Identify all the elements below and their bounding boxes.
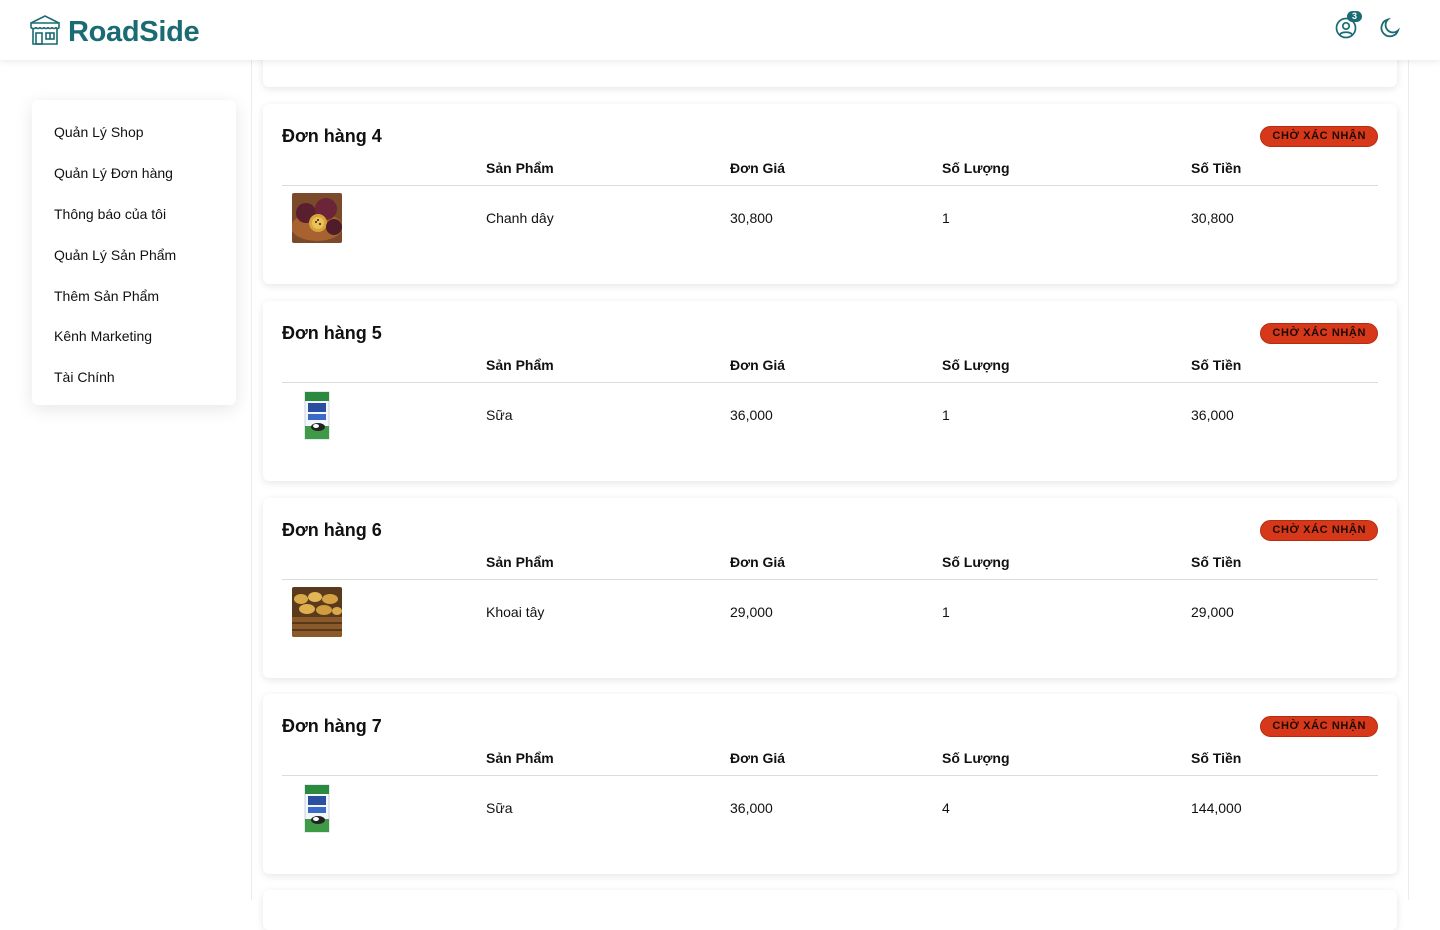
product-name: Sữa — [486, 800, 513, 816]
header-amount: Số Tiền — [1191, 554, 1242, 570]
brand-logo[interactable]: RoadSide — [28, 14, 200, 51]
product-name: Sữa — [486, 407, 513, 423]
table-header: Sản Phẩm Đơn Giá Số Lượng Số Tiền — [282, 158, 1378, 186]
header-unit-price: Đơn Giá — [730, 750, 786, 766]
dark-mode-toggle[interactable] — [1376, 16, 1404, 44]
status-badge: CHỜ XÁC NHẬN — [1260, 323, 1378, 344]
line-total: 29,000 — [1191, 604, 1234, 620]
order-title: Đơn hàng 7 — [282, 716, 382, 736]
order-card: Đơn hàng 6 CHỜ XÁC NHẬN Sản Phẩm Đơn Giá… — [263, 498, 1397, 678]
order-card: Đơn hàng 7 CHỜ XÁC NHẬN Sản Phẩm Đơn Giá… — [263, 694, 1397, 874]
order-card-partial — [263, 890, 1397, 930]
table-row[interactable]: Khoai tây 29,000 1 29,000 — [282, 580, 1378, 644]
order-title: Đơn hàng 5 — [282, 323, 382, 343]
storefront-icon — [28, 14, 62, 51]
quantity: 4 — [942, 800, 950, 816]
sidebar-item-label: Thêm Sản Phẩm — [54, 287, 160, 304]
status-badge: CHỜ XÁC NHẬN — [1260, 126, 1378, 147]
table-header: Sản Phẩm Đơn Giá Số Lượng Số Tiền — [282, 748, 1378, 776]
table-row[interactable]: Sữa 36,000 4 144,000 — [282, 776, 1378, 840]
table-header: Sản Phẩm Đơn Giá Số Lượng Số Tiền — [282, 355, 1378, 383]
order-title: Đơn hàng 6 — [282, 520, 382, 540]
line-total: 30,800 — [1191, 210, 1234, 226]
header-quantity: Số Lượng — [942, 160, 1010, 176]
sidebar-item-my-notifications[interactable]: Thông báo của tôi — [32, 194, 236, 235]
brand-name: RoadSide — [68, 16, 200, 48]
sidebar-item-label: Quản Lý Đơn hàng — [54, 165, 173, 182]
sidebar-item-label: Quản Lý Shop — [54, 124, 144, 141]
quantity: 1 — [942, 407, 950, 423]
unit-price: 36,000 — [730, 407, 773, 423]
table-row[interactable]: Sữa 36,000 1 36,000 — [282, 383, 1378, 447]
account-button[interactable]: 3 — [1332, 11, 1362, 44]
header-unit-price: Đơn Giá — [730, 357, 786, 373]
product-name: Chanh dây — [486, 210, 554, 226]
milk-carton-image — [304, 783, 330, 833]
sidebar-item-label: Quản Lý Sản Phẩm — [54, 246, 177, 263]
sidebar-item-product-management[interactable]: Quản Lý Sản Phẩm — [32, 234, 236, 275]
header-unit-price: Đơn Giá — [730, 160, 786, 176]
passion-fruit-image — [292, 193, 342, 243]
status-badge: CHỜ XÁC NHẬN — [1260, 716, 1378, 737]
header-amount: Số Tiền — [1191, 750, 1242, 766]
sidebar-item-shop-management[interactable]: Quản Lý Shop — [32, 112, 236, 153]
table-header: Sản Phẩm Đơn Giá Số Lượng Số Tiền — [282, 552, 1378, 580]
header-product: Sản Phẩm — [486, 357, 554, 373]
unit-price: 36,000 — [730, 800, 773, 816]
line-total: 144,000 — [1191, 800, 1242, 816]
sidebar-item-label: Thông báo của tôi — [54, 205, 167, 222]
sidebar-item-label: Kênh Marketing — [54, 328, 153, 345]
header-product: Sản Phẩm — [486, 160, 554, 176]
potato-image — [292, 587, 342, 637]
order-card: Đơn hàng 4 CHỜ XÁC NHẬN Sản Phẩm Đơn Giá… — [263, 104, 1397, 284]
header-amount: Số Tiền — [1191, 160, 1242, 176]
sidebar-menu: Quản Lý Shop Quản Lý Đơn hàng Thông báo … — [32, 100, 236, 405]
sidebar-item-add-product[interactable]: Thêm Sản Phẩm — [32, 275, 236, 316]
header-product: Sản Phẩm — [486, 554, 554, 570]
order-card: Đơn hàng 5 CHỜ XÁC NHẬN Sản Phẩm Đơn Giá… — [263, 301, 1397, 481]
unit-price: 30,800 — [730, 210, 773, 226]
quantity: 1 — [942, 210, 950, 226]
header-quantity: Số Lượng — [942, 554, 1010, 570]
header-quantity: Số Lượng — [942, 750, 1010, 766]
unit-price: 29,000 — [730, 604, 773, 620]
status-badge: CHỜ XÁC NHẬN — [1260, 520, 1378, 541]
product-name: Khoai tây — [486, 604, 545, 620]
sidebar-item-marketing[interactable]: Kênh Marketing — [32, 316, 236, 357]
header-unit-price: Đơn Giá — [730, 554, 786, 570]
milk-carton-image — [304, 390, 330, 440]
table-row[interactable]: Chanh dây 30,800 1 30,800 — [282, 186, 1378, 250]
line-total: 36,000 — [1191, 407, 1234, 423]
sidebar-item-order-management[interactable]: Quản Lý Đơn hàng — [32, 153, 236, 194]
sidebar-item-finance[interactable]: Tài Chính — [32, 357, 236, 398]
sidebar-item-label: Tài Chính — [54, 369, 115, 386]
moon-icon — [1379, 17, 1401, 44]
header-quantity: Số Lượng — [942, 357, 1010, 373]
quantity: 1 — [942, 604, 950, 620]
header-amount: Số Tiền — [1191, 357, 1242, 373]
order-title: Đơn hàng 4 — [282, 126, 382, 146]
header-product: Sản Phẩm — [486, 750, 554, 766]
top-navbar: RoadSide 3 — [0, 0, 1440, 60]
notification-count-badge: 3 — [1347, 11, 1362, 22]
